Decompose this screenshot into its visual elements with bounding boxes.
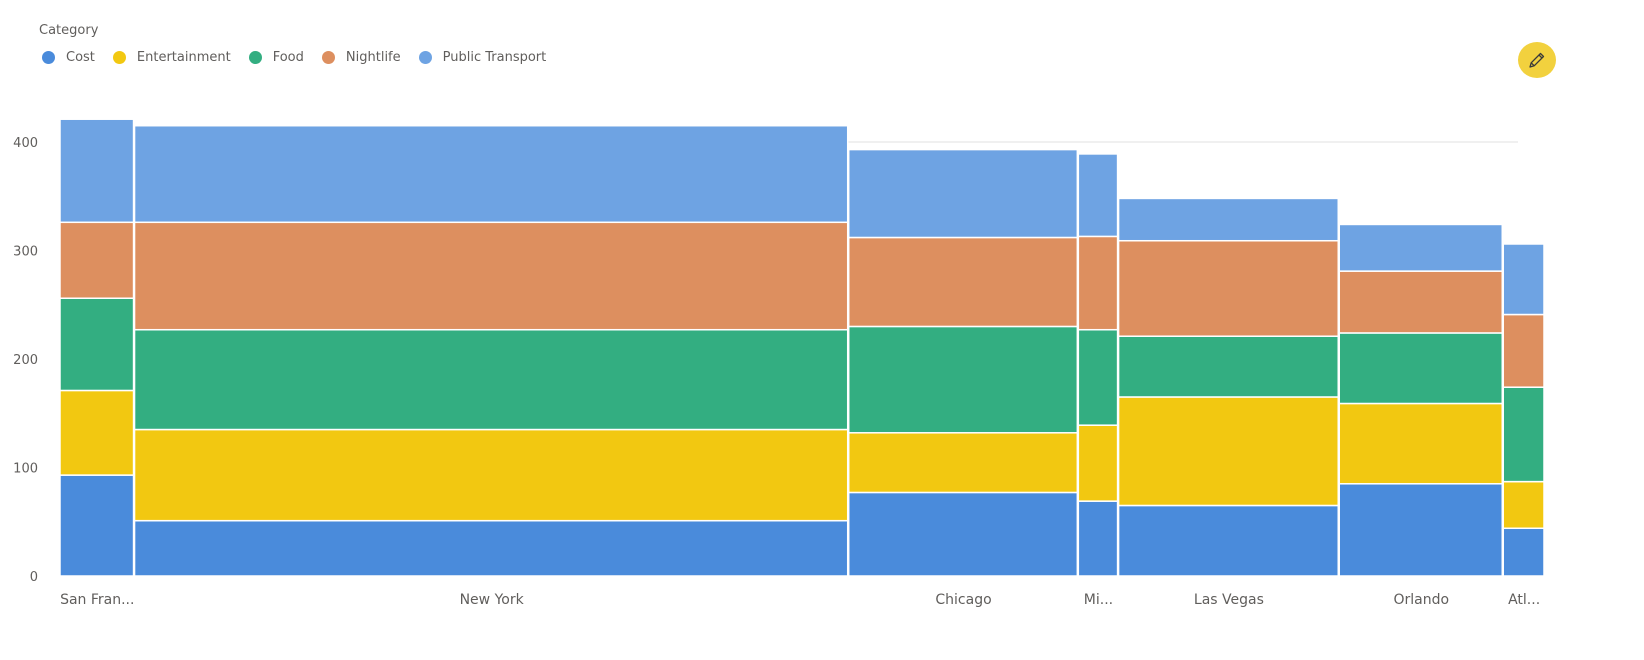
y-tick-label: 400 <box>13 136 38 151</box>
bar-segment[interactable] <box>1077 424 1119 502</box>
y-tick-label: 100 <box>13 462 38 477</box>
bar-segment[interactable] <box>1502 527 1545 577</box>
bar-segment[interactable] <box>133 519 849 577</box>
bar-segment[interactable] <box>1077 500 1119 577</box>
bar-segment[interactable] <box>59 221 135 299</box>
bar-segment[interactable] <box>847 432 1079 494</box>
x-tick-label: San Fran... <box>60 592 134 608</box>
x-tick-label: Mi... <box>1084 592 1113 608</box>
x-tick-label: Orlando <box>1393 592 1449 608</box>
x-tick-label: Atl... <box>1508 592 1540 608</box>
bar-segment[interactable] <box>59 389 135 476</box>
bar-segment[interactable] <box>59 297 135 392</box>
bar-segment[interactable] <box>133 428 849 522</box>
y-tick-label: 300 <box>13 245 38 260</box>
bar-segment[interactable] <box>1117 197 1339 242</box>
x-tick-label: Chicago <box>935 592 991 608</box>
bar-segment[interactable] <box>1117 335 1339 398</box>
bar-segment[interactable] <box>1338 402 1504 485</box>
bar-segment[interactable] <box>1117 396 1339 507</box>
bar-segment[interactable] <box>1077 328 1119 426</box>
bar-segment[interactable] <box>1117 504 1339 577</box>
y-tick-label: 0 <box>30 570 38 585</box>
bar-segment[interactable] <box>133 328 849 431</box>
y-tick-label: 200 <box>13 353 38 368</box>
bar-segment[interactable] <box>133 221 849 331</box>
bar-segment[interactable] <box>847 325 1079 434</box>
bar-segment[interactable] <box>847 148 1079 239</box>
bar-segment[interactable] <box>1117 239 1339 337</box>
bar-segment[interactable] <box>1502 313 1545 388</box>
bar-segment[interactable] <box>1338 223 1504 272</box>
x-tick-label: New York <box>460 592 525 608</box>
bar-segment[interactable] <box>1338 270 1504 334</box>
bar-segment[interactable] <box>1502 386 1545 483</box>
bar-segment[interactable] <box>847 236 1079 328</box>
bar-segment[interactable] <box>59 474 135 577</box>
bar-segment[interactable] <box>1338 483 1504 577</box>
bar-segment[interactable] <box>133 124 849 224</box>
bar-segment[interactable] <box>1077 153 1119 238</box>
bar-segment[interactable] <box>1338 332 1504 405</box>
marimekko-chart: 0 100 200 300 400 San Fran... New York Chicago M… <box>13 118 1545 608</box>
x-tick-label: Las Vegas <box>1194 592 1264 608</box>
bar-segment[interactable] <box>1502 243 1545 316</box>
bar-segment[interactable] <box>1077 235 1119 331</box>
bar-segment[interactable] <box>59 118 135 224</box>
bar-segment[interactable] <box>1502 480 1545 530</box>
bar-segment[interactable] <box>847 491 1079 577</box>
